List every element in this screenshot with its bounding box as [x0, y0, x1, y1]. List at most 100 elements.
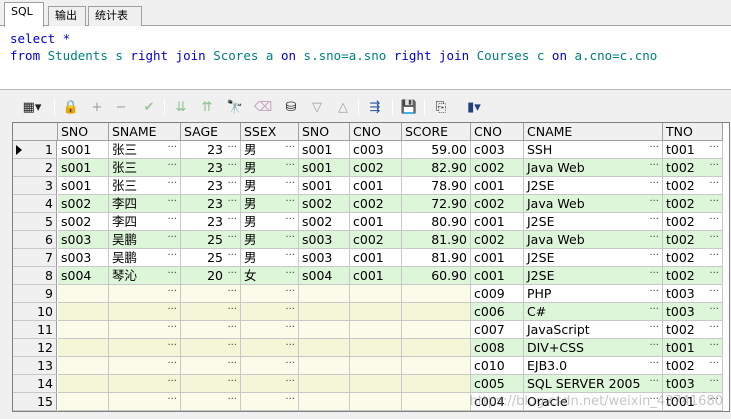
cell-sno[interactable]: [58, 357, 109, 375]
cell-cno[interactable]: [350, 303, 402, 321]
ellipsis-icon[interactable]: ···: [227, 141, 237, 156]
row-number[interactable]: 11: [13, 321, 57, 339]
ellipsis-icon[interactable]: ···: [649, 357, 659, 372]
column-header-score[interactable]: SCORE: [402, 123, 471, 141]
column-header-cno[interactable]: CNO: [471, 123, 524, 141]
cell-sname[interactable]: 张三 ···: [109, 141, 181, 159]
column-header-cno[interactable]: CNO: [350, 123, 402, 141]
ellipsis-icon[interactable]: ···: [709, 249, 719, 264]
sql-editor[interactable]: select * from Students s right join Score…: [0, 26, 731, 90]
ellipsis-icon[interactable]: ···: [649, 177, 659, 192]
cell-cno[interactable]: c003: [471, 141, 524, 159]
cell-cname[interactable]: Java Web ···: [524, 159, 663, 177]
ellipsis-icon[interactable]: ···: [167, 393, 177, 408]
cell-sno[interactable]: s003: [299, 249, 350, 267]
cell-ssex[interactable]: ···: [241, 339, 299, 357]
ellipsis-icon[interactable]: ···: [167, 267, 177, 282]
ellipsis-icon[interactable]: ···: [709, 177, 719, 192]
ellipsis-icon[interactable]: ···: [167, 195, 177, 210]
cell-tno[interactable]: t003 ···: [663, 285, 723, 303]
row-number[interactable]: 15: [13, 393, 57, 411]
ellipsis-icon[interactable]: ···: [285, 393, 295, 408]
cell-sage[interactable]: 23 ···: [181, 213, 241, 231]
cell-sno[interactable]: [299, 393, 350, 411]
cell-sage[interactable]: 25 ···: [181, 231, 241, 249]
ellipsis-icon[interactable]: ···: [167, 141, 177, 156]
cell-score[interactable]: 80.90: [402, 213, 471, 231]
add-record-icon[interactable]: +: [88, 98, 106, 116]
ellipsis-icon[interactable]: ···: [709, 303, 719, 318]
ellipsis-icon[interactable]: ···: [167, 321, 177, 336]
triangle-up-icon[interactable]: △: [334, 98, 352, 116]
column-header-sage[interactable]: SAGE: [181, 123, 241, 141]
cell-ssex[interactable]: ···: [241, 393, 299, 411]
ellipsis-icon[interactable]: ···: [285, 159, 295, 174]
ellipsis-icon[interactable]: ···: [285, 303, 295, 318]
cell-cname[interactable]: SSH ···: [524, 141, 663, 159]
cell-tno[interactable]: t002 ···: [663, 195, 723, 213]
ellipsis-icon[interactable]: ···: [227, 159, 237, 174]
ellipsis-icon[interactable]: ···: [649, 303, 659, 318]
cell-cno[interactable]: c008: [471, 339, 524, 357]
cell-tno[interactable]: t003 ···: [663, 303, 723, 321]
cell-cno[interactable]: [350, 285, 402, 303]
cell-sno[interactable]: s004: [299, 267, 350, 285]
cell-score[interactable]: 60.90: [402, 267, 471, 285]
cell-cno[interactable]: c002: [471, 195, 524, 213]
cell-sage[interactable]: ···: [181, 393, 241, 411]
cell-sno[interactable]: [299, 357, 350, 375]
cell-sno[interactable]: [299, 303, 350, 321]
tab-sql[interactable]: SQL: [4, 2, 44, 27]
link-icon[interactable]: ⇶: [366, 98, 384, 116]
row-number[interactable]: 1: [13, 141, 57, 159]
ellipsis-icon[interactable]: ···: [167, 357, 177, 372]
ellipsis-icon[interactable]: ···: [167, 249, 177, 264]
cell-cno[interactable]: c010: [471, 357, 524, 375]
clear-icon[interactable]: ⌫: [254, 98, 272, 116]
ellipsis-icon[interactable]: ···: [227, 195, 237, 210]
export-icon[interactable]: ⎘: [432, 98, 450, 116]
ellipsis-icon[interactable]: ···: [227, 267, 237, 282]
ellipsis-icon[interactable]: ···: [709, 285, 719, 300]
ellipsis-icon[interactable]: ···: [649, 159, 659, 174]
cell-score[interactable]: [402, 285, 471, 303]
ellipsis-icon[interactable]: ···: [285, 267, 295, 282]
cell-sname[interactable]: 吴鹏 ···: [109, 249, 181, 267]
cell-ssex[interactable]: 男 ···: [241, 249, 299, 267]
cell-cno[interactable]: c002: [350, 231, 402, 249]
cell-ssex[interactable]: 男 ···: [241, 231, 299, 249]
cell-cno[interactable]: c003: [350, 141, 402, 159]
cell-cno[interactable]: c001: [350, 177, 402, 195]
ellipsis-icon[interactable]: ···: [285, 339, 295, 354]
ellipsis-icon[interactable]: ···: [285, 357, 295, 372]
cell-ssex[interactable]: 男 ···: [241, 195, 299, 213]
ellipsis-icon[interactable]: ···: [285, 285, 295, 300]
ellipsis-icon[interactable]: ···: [649, 141, 659, 156]
cell-sname[interactable]: 李四 ···: [109, 195, 181, 213]
cell-cname[interactable]: JavaScript ···: [524, 321, 663, 339]
cell-sno[interactable]: s002: [299, 213, 350, 231]
result-grid[interactable]: SNO SNAME SAGE SSEX SNO CNO SCORE CNO CNAME TNO 1 s…: [12, 122, 730, 412]
column-header-sname[interactable]: SNAME: [109, 123, 181, 141]
cell-sno[interactable]: s003: [58, 249, 109, 267]
ellipsis-icon[interactable]: ···: [709, 213, 719, 228]
row-number[interactable]: 10: [13, 303, 57, 321]
cell-sno[interactable]: [58, 393, 109, 411]
cell-sname[interactable]: ···: [109, 393, 181, 411]
row-number[interactable]: 13: [13, 357, 57, 375]
cell-tno[interactable]: t001 ···: [663, 141, 723, 159]
row-number[interactable]: 7: [13, 249, 57, 267]
cell-sno[interactable]: s002: [58, 213, 109, 231]
cell-tno[interactable]: t002 ···: [663, 231, 723, 249]
cell-tno[interactable]: t002 ···: [663, 159, 723, 177]
cell-cname[interactable]: PHP ···: [524, 285, 663, 303]
cell-sage[interactable]: 23 ···: [181, 159, 241, 177]
ellipsis-icon[interactable]: ···: [227, 303, 237, 318]
cell-sno[interactable]: s003: [299, 231, 350, 249]
row-number[interactable]: 12: [13, 339, 57, 357]
cell-score[interactable]: 78.90: [402, 177, 471, 195]
ellipsis-icon[interactable]: ···: [285, 375, 295, 390]
cell-score[interactable]: 81.90: [402, 231, 471, 249]
ellipsis-icon[interactable]: ···: [709, 339, 719, 354]
column-header-sno[interactable]: SNO: [58, 123, 109, 141]
